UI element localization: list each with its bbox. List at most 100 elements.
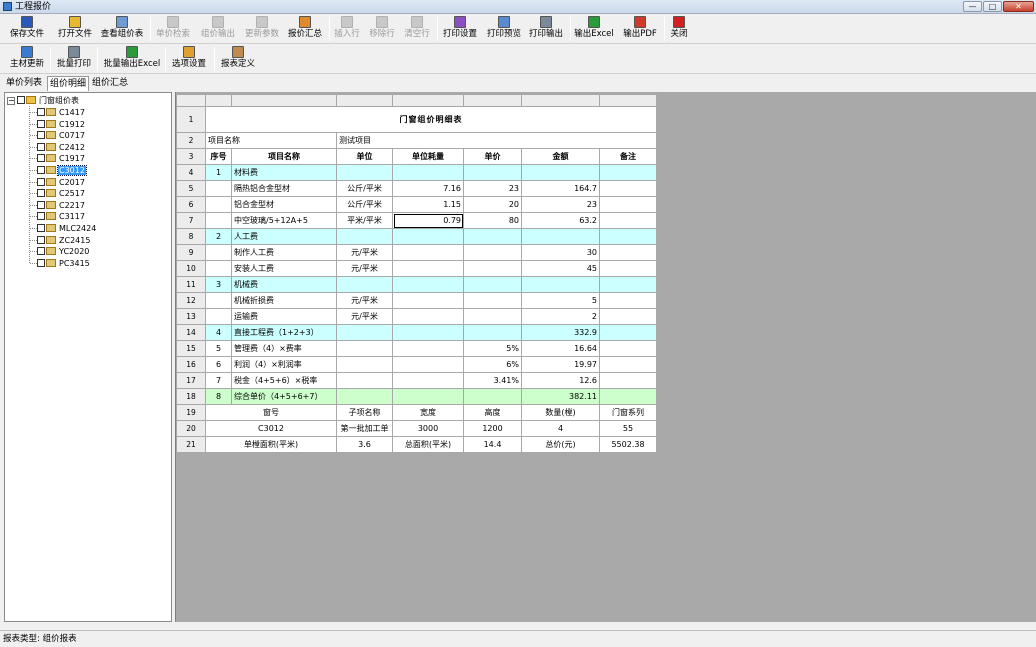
cell[interactable] xyxy=(205,308,232,325)
tab-unit-price-list[interactable]: 单价列表 xyxy=(4,76,44,91)
tab-group-price-detail[interactable]: 组价明细 xyxy=(47,76,90,91)
tree-item[interactable]: C3012 xyxy=(37,165,87,176)
cell[interactable]: 元/平米 xyxy=(336,260,393,277)
cell[interactable] xyxy=(392,372,464,389)
tree-root[interactable]: 门窗组价表 xyxy=(17,95,80,106)
tree-item[interactable]: C2217 xyxy=(37,200,86,211)
cell[interactable]: 3000 xyxy=(392,420,464,437)
cell[interactable]: 0.79 xyxy=(392,212,464,229)
cell[interactable]: 元/平米 xyxy=(336,292,393,309)
cell[interactable]: 7.16 xyxy=(392,180,464,197)
cell[interactable]: 6% xyxy=(463,356,522,373)
cell[interactable]: 公斤/平米 xyxy=(336,180,393,197)
window-close-button[interactable]: ✕ xyxy=(1003,1,1034,12)
cell[interactable] xyxy=(205,196,232,213)
cell[interactable]: 2 xyxy=(205,228,232,245)
cell[interactable]: 第一批加工单 xyxy=(336,420,393,437)
cell[interactable]: 5 xyxy=(521,292,600,309)
cell[interactable]: 4 xyxy=(521,420,600,437)
tree-item[interactable]: MLC2424 xyxy=(37,223,97,234)
cell[interactable] xyxy=(205,260,232,277)
cell[interactable] xyxy=(392,340,464,357)
checkbox[interactable] xyxy=(37,235,45,244)
price-search-button[interactable]: 单价检索 xyxy=(155,16,191,42)
checkbox[interactable] xyxy=(37,258,45,267)
tree-item[interactable]: ZC2415 xyxy=(37,235,91,246)
report-define-button[interactable]: 报表定义 xyxy=(219,46,257,72)
cell[interactable] xyxy=(205,244,232,261)
cell[interactable] xyxy=(336,356,393,373)
cell[interactable]: 12.6 xyxy=(521,372,600,389)
save-button[interactable]: 保存文件 xyxy=(8,16,46,42)
checkbox[interactable] xyxy=(37,154,45,163)
cell[interactable] xyxy=(599,372,657,389)
tree-item[interactable]: C3117 xyxy=(37,211,86,222)
cell[interactable] xyxy=(205,292,232,309)
cell[interactable]: 23 xyxy=(521,196,600,213)
cell[interactable]: 5% xyxy=(463,340,522,357)
group-output-button[interactable]: 组价输出 xyxy=(200,16,236,42)
clear-row-button[interactable]: 清空行 xyxy=(403,16,431,42)
cell[interactable]: 平米/平米 xyxy=(336,212,393,229)
checkbox[interactable] xyxy=(37,108,45,116)
cell[interactable] xyxy=(463,228,522,245)
cell[interactable]: 制作人工费 xyxy=(231,244,337,261)
cell[interactable] xyxy=(599,228,657,245)
checkbox[interactable] xyxy=(37,200,45,209)
cell[interactable]: 16.64 xyxy=(521,340,600,357)
cell[interactable] xyxy=(521,164,600,181)
cell[interactable] xyxy=(599,308,657,325)
cell[interactable] xyxy=(392,388,464,405)
cell[interactable] xyxy=(336,340,393,357)
cell[interactable] xyxy=(336,164,393,181)
open-folder-button[interactable]: 打开文件 xyxy=(56,16,94,42)
cell[interactable] xyxy=(463,244,522,261)
cell[interactable]: 利润（4）×利润率 xyxy=(231,356,337,373)
tree-item[interactable]: C1912 xyxy=(37,119,86,130)
cell[interactable] xyxy=(392,244,464,261)
cell[interactable]: 3.41% xyxy=(463,372,522,389)
checkbox[interactable] xyxy=(37,177,45,186)
cell[interactable]: 中空玻璃/5+12A+5 xyxy=(231,212,337,229)
cell[interactable]: C3012 xyxy=(205,420,337,437)
material-update-button[interactable]: 主材更新 xyxy=(8,46,46,72)
cell[interactable]: 332.9 xyxy=(521,324,600,341)
cell[interactable]: 人工费 xyxy=(231,228,337,245)
cell[interactable]: 元/平米 xyxy=(336,308,393,325)
cell[interactable]: 8 xyxy=(205,388,232,405)
cell[interactable]: 23 xyxy=(463,180,522,197)
maximize-button[interactable]: □ xyxy=(983,1,1002,12)
cell[interactable] xyxy=(521,228,600,245)
cell[interactable]: 80 xyxy=(463,212,522,229)
cell[interactable] xyxy=(463,388,522,405)
cell[interactable] xyxy=(599,324,657,341)
cell[interactable] xyxy=(336,228,393,245)
cell[interactable] xyxy=(599,292,657,309)
cell[interactable] xyxy=(599,388,657,405)
cell[interactable]: 6 xyxy=(205,356,232,373)
cell[interactable] xyxy=(392,292,464,309)
cell[interactable]: 隔热铝合金型材 xyxy=(231,180,337,197)
close-button[interactable]: 关闭 xyxy=(667,16,691,42)
tree-item[interactable]: C2017 xyxy=(37,177,86,188)
cell[interactable] xyxy=(599,180,657,197)
tree-item[interactable]: C2412 xyxy=(37,142,86,153)
checkbox[interactable] xyxy=(37,119,45,128)
cell[interactable]: 元/平米 xyxy=(336,244,393,261)
cell[interactable] xyxy=(463,164,522,181)
cell[interactable]: 管理费（4）×费率 xyxy=(231,340,337,357)
update-params-button[interactable]: 更新参数 xyxy=(243,16,281,42)
cell[interactable]: 铝合金型材 xyxy=(231,196,337,213)
cell[interactable] xyxy=(463,292,522,309)
cell[interactable]: 材料费 xyxy=(231,164,337,181)
cell[interactable] xyxy=(336,324,393,341)
checkbox[interactable] xyxy=(37,166,45,174)
cell[interactable]: 直接工程费（1+2+3） xyxy=(231,324,337,341)
cell[interactable]: 1.15 xyxy=(392,196,464,213)
cell[interactable] xyxy=(392,356,464,373)
cell[interactable]: 税金（4+5+6）×税率 xyxy=(231,372,337,389)
cell[interactable] xyxy=(392,276,464,293)
cell[interactable] xyxy=(392,260,464,277)
tree-item[interactable]: YC2020 xyxy=(37,246,90,257)
cell[interactable]: 164.7 xyxy=(521,180,600,197)
